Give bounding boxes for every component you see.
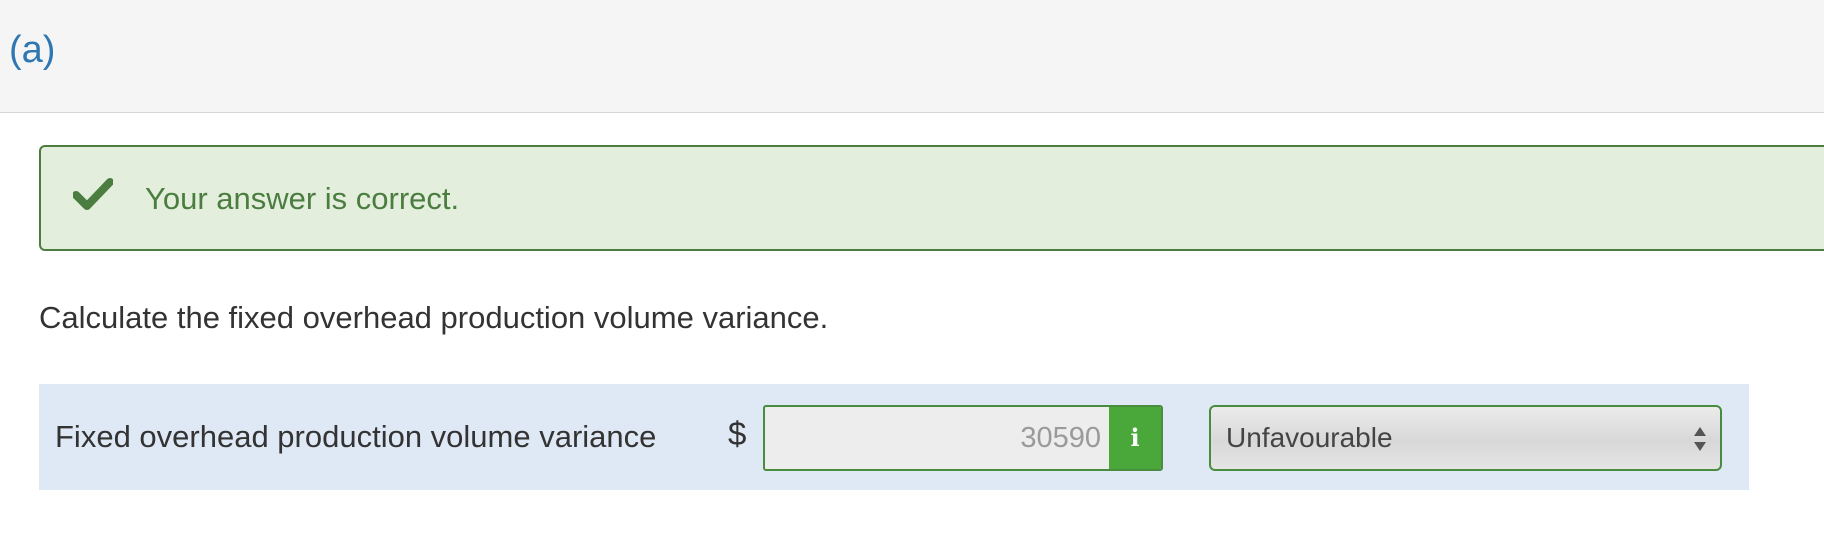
variance-type-value: Unfavourable: [1226, 422, 1393, 453]
select-arrows-icon: [1694, 427, 1706, 451]
info-icon: i: [1130, 423, 1140, 452]
part-header: (a): [0, 0, 1824, 113]
info-button[interactable]: i: [1109, 407, 1161, 469]
amount-value: 30590: [1020, 422, 1101, 454]
answer-label: Fixed overhead production volume varianc…: [55, 419, 657, 454]
currency-symbol: $: [728, 415, 747, 452]
part-label: (a): [9, 29, 56, 71]
answer-row: Fixed overhead production volume varianc…: [39, 384, 1749, 490]
amount-input[interactable]: 30590 i: [763, 405, 1163, 471]
check-icon: [73, 178, 113, 210]
variance-type-select[interactable]: Unfavourable: [1209, 405, 1722, 471]
feedback-banner: Your answer is correct.: [39, 145, 1824, 251]
question-text: Calculate the fixed overhead production …: [39, 300, 829, 335]
feedback-message: Your answer is correct.: [145, 181, 460, 216]
